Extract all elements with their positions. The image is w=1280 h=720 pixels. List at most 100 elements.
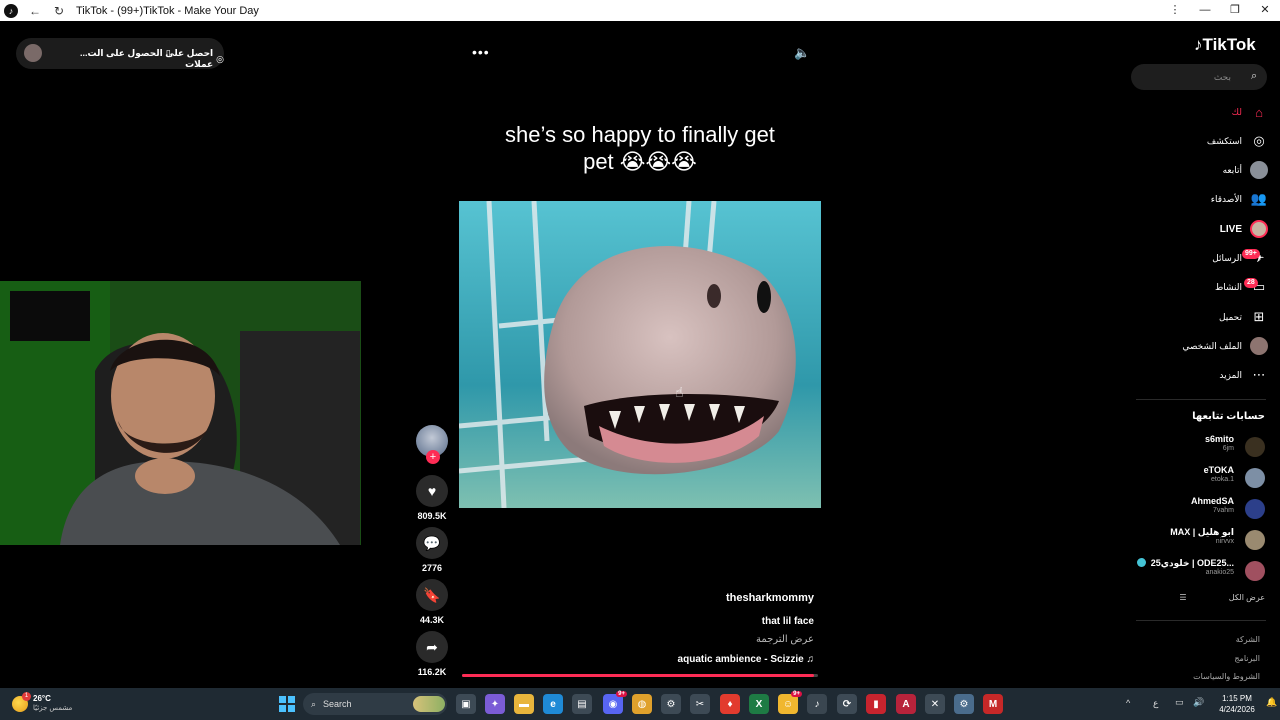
mcafee-icon[interactable]: M: [983, 694, 1003, 714]
sidebar-item-label: لك: [1231, 106, 1242, 117]
discord-icon[interactable]: ◉ 9+: [603, 691, 627, 714]
footer-link-company[interactable]: الشركة: [1140, 635, 1270, 644]
followed-account[interactable]: s6mito 6jm: [1130, 434, 1265, 458]
store-icon[interactable]: ▤: [572, 694, 592, 714]
account-name: خلودي25 | ODE25...: [1150, 558, 1234, 568]
red-app-icon[interactable]: ▮: [866, 694, 886, 714]
sidebar-item-upload[interactable]: تحميل ⊞: [1140, 307, 1268, 327]
search-icon[interactable]: ⌕: [1251, 70, 1257, 83]
see-all-label: عرض الكل: [1228, 593, 1265, 602]
plus-square-icon: ⊞: [1253, 309, 1265, 324]
window-menu-button[interactable]: ⋮: [1160, 0, 1190, 21]
get-coins-label: احصل على عملات: [165, 48, 214, 69]
top-actions-pill: ▯ الحصول على الت... ◎ احصل على عملات: [16, 38, 224, 69]
footer-link-program[interactable]: البرنامج: [1140, 654, 1270, 663]
chat-app-icon[interactable]: ☺ 9+: [778, 691, 802, 714]
window-title: TikTok - (99+)TikTok - Make Your Day: [76, 4, 259, 17]
activity-badge: 28: [1244, 278, 1258, 288]
task-view-icon[interactable]: ▣: [456, 694, 476, 714]
account-name: eTOKA: [1203, 465, 1234, 475]
tiktok-favicon-icon: ♪: [4, 3, 18, 18]
copilot-icon[interactable]: ✦: [485, 694, 505, 714]
music-note-icon: ♫: [806, 654, 815, 665]
start-button[interactable]: [279, 696, 295, 712]
sidebar-item-label: تحميل: [1218, 311, 1242, 322]
system-clock[interactable]: 1:15 PM 4/24/2026: [1212, 693, 1262, 715]
see-all-link[interactable]: عرض الكل ☰: [1140, 593, 1265, 602]
account-handle: 6jm: [1222, 445, 1234, 452]
sidebar-item-live[interactable]: LIVE: [1140, 219, 1268, 239]
sync-icon[interactable]: ⟳: [837, 694, 857, 714]
discord-badge: 9+: [616, 691, 627, 697]
reload-icon[interactable]: ↻: [52, 4, 66, 18]
account-avatar: [1245, 561, 1265, 581]
see-translation-link[interactable]: عرض الترجمة: [600, 634, 814, 645]
steam-icon[interactable]: ⚙: [661, 694, 681, 714]
video-caption: she’s so happy to finally get pet 😭😭😭: [470, 121, 810, 175]
followed-account[interactable]: MAX | ابو هليل nirvvx: [1130, 527, 1265, 551]
account-name: AhmedSA: [1190, 496, 1234, 506]
file-explorer-icon[interactable]: ▬: [514, 694, 534, 714]
sidebar-item-friends[interactable]: الأصدقاء 👥: [1140, 189, 1268, 209]
excel-icon[interactable]: X: [749, 694, 769, 714]
follow-plus-icon[interactable]: +: [426, 450, 440, 464]
get-coins-button[interactable]: ◎ احصل على عملات: [158, 48, 224, 70]
followed-account[interactable]: خلودي25 | ODE25... anakio25: [1130, 558, 1265, 582]
close-button[interactable]: ✕: [1250, 0, 1280, 21]
sidebar-item-profile[interactable]: الملف الشخصي: [1140, 336, 1268, 356]
video-player[interactable]: [459, 201, 821, 508]
weather-widget[interactable]: 1 26°C مشمس جزئيًا: [10, 692, 90, 715]
home-icon: ⌂: [1255, 104, 1263, 120]
search-input[interactable]: بحث ⌕: [1131, 64, 1267, 90]
get-app-label: الحصول على الت...: [80, 48, 163, 58]
notification-icon[interactable]: 🔔: [1266, 697, 1277, 708]
followed-account[interactable]: AhmedSA 7vahm: [1130, 496, 1265, 520]
edge-icon[interactable]: e: [543, 694, 563, 714]
video-progress-bar[interactable]: [462, 674, 818, 677]
music-track[interactable]: aquatic ambience - Scizzie ♫: [600, 654, 814, 665]
settings-icon[interactable]: ⚙: [954, 694, 974, 714]
network-icon[interactable]: ▭: [1175, 697, 1184, 708]
chat-badge: 9+: [791, 691, 802, 697]
save-button[interactable]: 🔖: [416, 579, 448, 611]
author-name[interactable]: thesharkmommy: [600, 592, 814, 604]
video-progress-fill: [462, 674, 815, 677]
adobe-icon[interactable]: A: [896, 694, 916, 714]
taskbar-search[interactable]: ⌕ Search: [303, 693, 447, 715]
capcut-desktop-icon[interactable]: ✕: [925, 694, 945, 714]
brave-icon[interactable]: ♦: [720, 694, 740, 714]
compass-icon: ◎: [1253, 133, 1265, 148]
sidebar-item-following[interactable]: أتابعه: [1140, 160, 1268, 180]
comment-button[interactable]: 💬: [416, 527, 448, 559]
speaker-icon[interactable]: 🔊: [1193, 697, 1204, 708]
back-arrow-icon[interactable]: ←: [28, 4, 42, 18]
sidebar-item-label: الملف الشخصي: [1182, 340, 1242, 351]
heart-icon: ♥: [427, 483, 437, 499]
volume-icon[interactable]: 🔈: [794, 45, 810, 61]
tiktok-logo[interactable]: ♪TikTok: [1194, 35, 1256, 55]
tiktok-taskbar-icon[interactable]: ♪: [807, 694, 827, 714]
maximize-button[interactable]: ❐: [1220, 0, 1250, 21]
account-avatar: [1245, 437, 1265, 457]
sidebar-item-for-you[interactable]: لك ⌂: [1140, 102, 1268, 122]
sidebar-divider: [1136, 399, 1266, 400]
chrome-icon[interactable]: ◍: [632, 694, 652, 714]
tray-overflow-icon[interactable]: ^: [1126, 698, 1130, 708]
minimize-button[interactable]: —: [1190, 0, 1220, 21]
input-language[interactable]: ع: [1153, 698, 1158, 709]
share-button[interactable]: ➦: [416, 631, 448, 663]
more-options-icon[interactable]: •••: [472, 44, 490, 60]
sidebar-item-explore[interactable]: استكشف ◎: [1140, 131, 1268, 151]
account-handle: anakio25: [1205, 569, 1234, 576]
like-button[interactable]: ♥: [416, 475, 448, 507]
user-avatar[interactable]: [24, 44, 42, 62]
sidebar-item-more[interactable]: المزيد ⋯: [1140, 365, 1268, 385]
account-handle: etoka.1: [1211, 476, 1234, 483]
footer-link-terms[interactable]: الشروط والسياسات: [1140, 672, 1270, 681]
live-status-dot-icon: [1137, 558, 1146, 567]
more-dots-icon: ⋯: [1252, 367, 1266, 382]
followed-account[interactable]: eTOKA etoka.1: [1130, 465, 1265, 489]
comment-icon: 💬: [423, 534, 441, 551]
sidebar-item-label: استكشف: [1206, 135, 1242, 146]
capcut-icon[interactable]: ✂: [690, 694, 710, 714]
